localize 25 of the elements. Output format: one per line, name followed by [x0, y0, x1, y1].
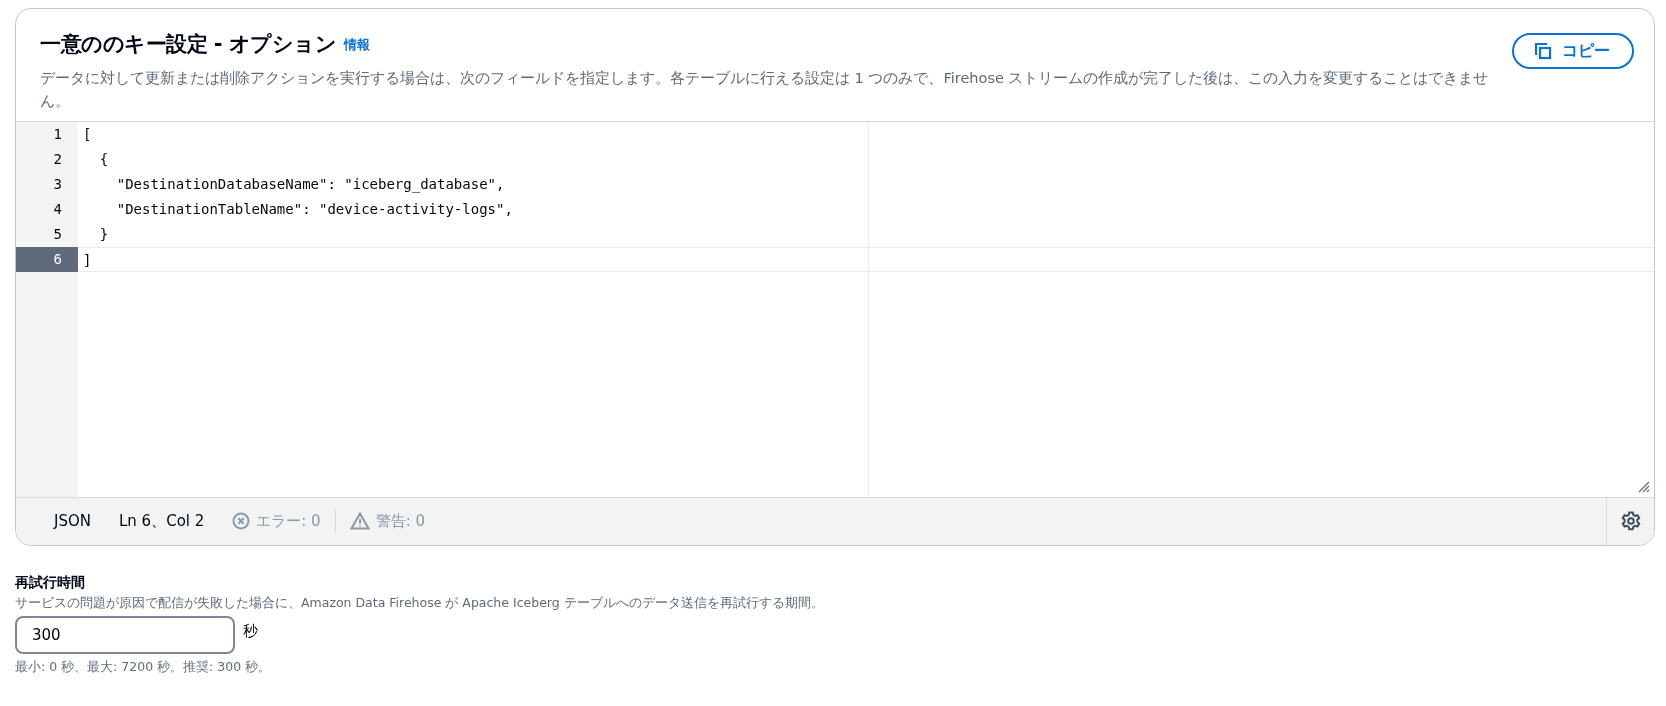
line-number: 6 [16, 246, 78, 272]
code-line: "DestinationTableName": "device-activity-logs", [115, 200, 513, 217]
cursor-position: Ln 6、Col 2 [119, 510, 205, 532]
code-line: [ [82, 125, 92, 142]
line-number: 4 [52, 199, 63, 219]
code-line: "DestinationDatabaseName": "iceberg_database", [115, 175, 505, 192]
field-label: 再試行時間 [15, 572, 86, 592]
retry-duration-input[interactable]: 300 [15, 616, 235, 655]
code-line: } [98, 225, 109, 242]
line-number: 3 [52, 174, 63, 194]
language-label: JSON [54, 510, 91, 532]
code-line: ] [82, 251, 92, 268]
code-line: { [98, 150, 109, 167]
line-number: 2 [52, 149, 63, 169]
unit-label: 秒 [243, 621, 258, 643]
section-title: 一意ののキー設定 - オプション [40, 31, 337, 58]
field-description: サービスの問題が原因で配信が失敗した場合に、Amazon Data Firehose が Apache Iceberg テーブルへのデータ送信を再試行する期間。 [15, 593, 825, 612]
copy-button[interactable]: コピー [1512, 33, 1634, 69]
warning-count[interactable]: 警告: 0 [375, 509, 426, 533]
error-count[interactable]: エラー: 0 [256, 509, 321, 533]
line-number: 5 [52, 224, 63, 244]
line-number: 1 [52, 124, 63, 144]
section-description: データに対して更新または削除アクションを実行する場合は、次のフィールドを指定します。各テーブルに行える設定は 1 つのみで、Firehose ストリームの作成が完了した後は、この入力を変更することはできません。 [40, 68, 1490, 111]
field-hint: 最小: 0 秒、最大: 7200 秒。推奨: 300 秒。 [15, 658, 273, 677]
info-link[interactable]: 情報 [344, 35, 371, 55]
